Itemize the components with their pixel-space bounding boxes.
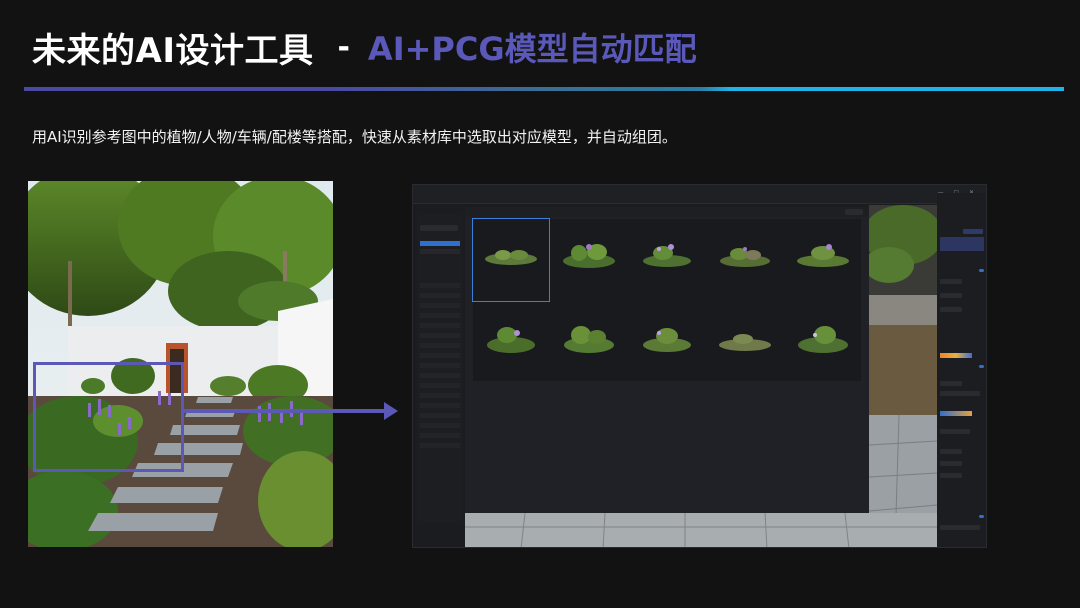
model-thumbnail[interactable] <box>629 303 705 385</box>
title-row: 未来的AI设计工具 - AI+PCG模型自动匹配 <box>32 22 697 72</box>
property-field[interactable] <box>940 391 980 396</box>
property-toggle[interactable] <box>979 365 984 368</box>
property-field[interactable] <box>940 429 970 434</box>
property-field[interactable] <box>940 473 962 478</box>
library-sidebar <box>417 213 463 523</box>
model-thumbnail[interactable] <box>785 219 861 301</box>
description-text: 用AI识别参考图中的植物/人物/车辆/配楼等搭配，快速从素材库中选取出对应模型，… <box>32 128 677 146</box>
sidebar-item[interactable] <box>420 343 460 348</box>
color-gradient[interactable] <box>940 411 972 416</box>
sidebar-item[interactable] <box>420 363 460 368</box>
sidebar-item[interactable] <box>420 303 460 308</box>
model-library-panel <box>465 207 869 513</box>
property-field[interactable] <box>940 279 962 284</box>
model-thumbnail[interactable] <box>473 303 549 385</box>
property-toggle[interactable] <box>979 269 984 272</box>
property-field[interactable] <box>940 293 962 298</box>
property-field[interactable] <box>940 525 980 530</box>
viewport-3d[interactable] <box>869 205 937 547</box>
property-field[interactable] <box>940 461 962 466</box>
color-swatch[interactable] <box>940 237 984 251</box>
property-field[interactable] <box>940 307 962 312</box>
model-thumbnail[interactable] <box>707 219 783 301</box>
model-thumbnail[interactable] <box>472 218 550 302</box>
arrow-right-icon <box>184 402 398 420</box>
properties-panel <box>937 193 986 547</box>
sidebar-item[interactable] <box>420 443 460 448</box>
library-toolbar <box>465 207 869 217</box>
model-thumbnail[interactable] <box>785 303 861 385</box>
sidebar-item[interactable] <box>420 413 460 418</box>
sidebar-search-input[interactable] <box>420 225 458 231</box>
sidebar-item[interactable] <box>420 293 460 298</box>
library-filter-button[interactable] <box>845 209 863 215</box>
model-thumbnail[interactable] <box>551 303 627 385</box>
model-thumbnail[interactable] <box>629 219 705 301</box>
sidebar-item[interactable] <box>420 313 460 318</box>
sidebar-item[interactable] <box>420 373 460 378</box>
sidebar-item[interactable] <box>420 393 460 398</box>
viewport-floor[interactable] <box>465 513 937 547</box>
model-grid <box>472 218 861 381</box>
page-subtitle: AI+PCG模型自动匹配 <box>367 30 697 68</box>
sidebar-item[interactable] <box>420 403 460 408</box>
page-title: 未来的AI设计工具 <box>32 30 314 71</box>
sidebar-item-active[interactable] <box>420 241 460 246</box>
sidebar-item[interactable] <box>420 353 460 358</box>
app-titlebar: — ▢ ✕ <box>413 185 986 204</box>
property-field[interactable] <box>940 449 962 454</box>
detection-box <box>33 362 184 472</box>
sidebar-item[interactable] <box>420 283 460 288</box>
title-divider <box>24 87 1064 91</box>
property-field[interactable] <box>963 229 983 234</box>
sidebar-item[interactable] <box>420 249 460 254</box>
sidebar-item[interactable] <box>420 433 460 438</box>
model-thumbnail[interactable] <box>551 219 627 301</box>
sidebar-item[interactable] <box>420 323 460 328</box>
property-toggle[interactable] <box>979 515 984 518</box>
model-thumbnail[interactable] <box>707 303 783 385</box>
title-separator: - <box>337 29 350 65</box>
sidebar-item[interactable] <box>420 383 460 388</box>
color-gradient[interactable] <box>940 353 972 358</box>
property-field[interactable] <box>940 381 962 386</box>
sidebar-item[interactable] <box>420 333 460 338</box>
app-screenshot: — ▢ ✕ <box>412 184 987 548</box>
sidebar-item[interactable] <box>420 423 460 428</box>
